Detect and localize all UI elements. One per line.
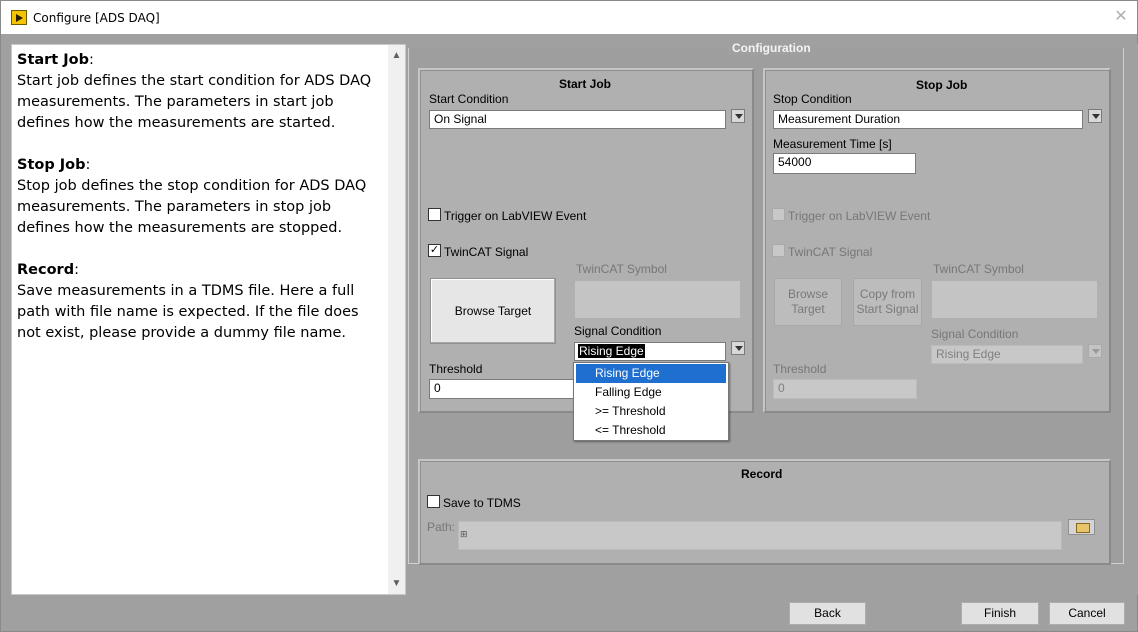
path-label: Path: — [427, 520, 456, 534]
help-text-panel: Start Job: Start job defines the start c… — [11, 44, 406, 595]
path-prefix-icon: ⊞ — [460, 529, 468, 539]
start-trigger-labview-checkbox[interactable] — [428, 208, 441, 221]
finish-button[interactable]: Finish — [961, 602, 1039, 625]
help-section-start-job: Start Job: Start job defines the start c… — [17, 52, 372, 131]
dropdown-option-falling-edge[interactable]: Falling Edge — [576, 383, 726, 402]
measurement-time-input[interactable]: 54000 — [773, 153, 916, 174]
start-twincat-signal-checkbox[interactable]: ✓ — [428, 244, 441, 257]
stop-twincat-signal-label: TwinCAT Signal — [788, 245, 873, 259]
copy-from-start-signal-button: Copy from Start Signal — [853, 278, 922, 326]
save-to-tdms-label: Save to TDMS — [443, 496, 521, 510]
stop-browse-target-button: Browse Target — [774, 278, 842, 326]
cancel-button[interactable]: Cancel — [1049, 602, 1125, 625]
stop-condition-select[interactable]: Measurement Duration — [773, 110, 1083, 129]
stop-twincat-symbol-label: TwinCAT Symbol — [933, 262, 1024, 276]
record-title: Record — [741, 467, 783, 481]
start-signal-condition-select[interactable]: Rising Edge — [574, 342, 726, 361]
stop-signal-condition-label: Signal Condition — [931, 327, 1019, 341]
stop-job-title: Stop Job — [916, 78, 968, 92]
start-threshold-input[interactable]: 0 — [429, 379, 575, 399]
dialog-window: Configure [ADS DAQ] ✕ Start Job: Start j… — [0, 0, 1138, 632]
stop-threshold-label: Threshold — [773, 362, 827, 376]
help-body-start-job: Start job defines the start condition fo… — [17, 73, 372, 131]
help-section-stop-job: Stop Job: Stop job defines the stop cond… — [17, 157, 367, 236]
help-body-record: Save measurements in a TDMS file. Here a… — [17, 283, 359, 341]
help-text: Start Job: Start job defines the start c… — [17, 50, 382, 365]
start-trigger-labview-label: Trigger on LabVIEW Event — [444, 209, 587, 223]
start-condition-label: Start Condition — [429, 92, 509, 106]
start-twincat-symbol-field[interactable] — [574, 280, 741, 319]
stop-condition-label: Stop Condition — [773, 92, 852, 106]
start-signal-condition-dropdown-icon[interactable] — [731, 341, 745, 355]
help-body-stop-job: Stop job defines the stop condition for … — [17, 178, 367, 236]
help-heading-record: Record — [17, 262, 75, 278]
back-button[interactable]: Back — [789, 602, 866, 625]
scroll-down-arrow-icon[interactable]: ▼ — [391, 578, 402, 589]
start-condition-dropdown-icon[interactable] — [731, 109, 745, 123]
dropdown-option-less-equal-threshold[interactable]: <= Threshold — [576, 421, 726, 440]
help-heading-stop-job: Stop Job — [17, 157, 86, 173]
help-section-record: Record: Save measurements in a TDMS file… — [17, 262, 359, 341]
start-signal-condition-label: Signal Condition — [574, 324, 662, 338]
stop-threshold-input: 0 — [773, 379, 917, 399]
stop-twincat-symbol-field — [931, 280, 1098, 319]
labview-app-icon — [11, 10, 27, 25]
start-job-title: Start Job — [559, 77, 612, 91]
help-heading-start-job: Start Job — [17, 52, 90, 68]
stop-signal-condition-select: Rising Edge — [931, 345, 1083, 364]
stop-condition-dropdown-icon[interactable] — [1088, 109, 1102, 123]
configuration-title: Configuration — [728, 41, 815, 55]
dropdown-option-greater-equal-threshold[interactable]: >= Threshold — [576, 402, 726, 421]
start-twincat-signal-label: TwinCAT Signal — [444, 245, 529, 259]
dropdown-option-rising-edge[interactable]: Rising Edge — [576, 364, 726, 383]
help-scrollbar[interactable]: ▲ ▼ — [388, 45, 405, 594]
stop-trigger-labview-checkbox — [772, 208, 785, 221]
title-bar: Configure [ADS DAQ] ✕ — [1, 1, 1137, 34]
start-signal-condition-value: Rising Edge — [578, 344, 645, 358]
window-title: Configure [ADS DAQ] — [33, 11, 160, 25]
signal-condition-dropdown-list: Rising Edge Falling Edge >= Threshold <=… — [573, 362, 729, 441]
start-condition-select[interactable]: On Signal — [429, 110, 726, 129]
stop-trigger-labview-label: Trigger on LabVIEW Event — [788, 209, 931, 223]
stop-signal-condition-dropdown-icon — [1088, 344, 1102, 358]
start-browse-target-button[interactable]: Browse Target — [430, 278, 556, 344]
stop-twincat-signal-checkbox — [772, 244, 785, 257]
scroll-up-arrow-icon[interactable]: ▲ — [391, 50, 402, 61]
start-twincat-symbol-label: TwinCAT Symbol — [576, 262, 667, 276]
browse-folder-icon[interactable] — [1068, 519, 1095, 535]
start-threshold-label: Threshold — [429, 362, 483, 376]
measurement-time-label: Measurement Time [s] — [773, 137, 892, 151]
path-input[interactable] — [458, 521, 1062, 550]
save-to-tdms-checkbox[interactable] — [427, 495, 440, 508]
close-icon[interactable]: ✕ — [1113, 9, 1129, 25]
